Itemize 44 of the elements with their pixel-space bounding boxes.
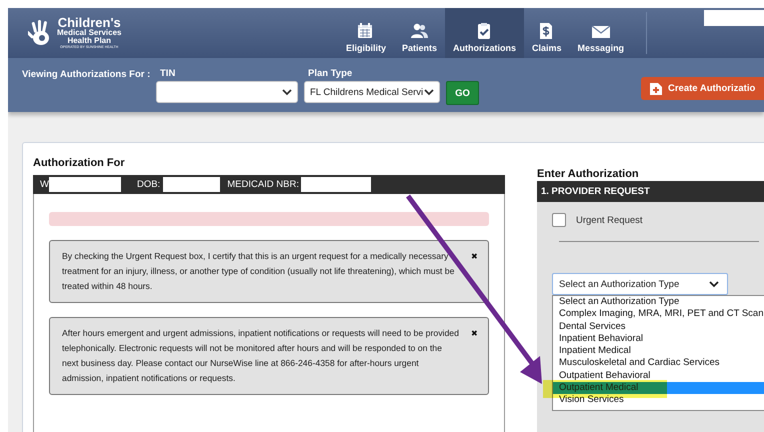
medicaid-label: MEDICAID NBR: xyxy=(227,179,299,190)
go-button[interactable]: GO xyxy=(446,81,479,105)
field-label: Plan Type xyxy=(308,68,354,79)
alert-message: After hours emergent and urgent admissions, inpatient notifications or requests will need to be provided telephonically. Electronic requests will not be monitored after hours and will be responded to on the next business day. Please contact our NurseWise line at 866-246-4358 for after-hours urgent admission, inpatient notifications or requests. xyxy=(62,327,459,385)
caret-icon xyxy=(424,88,434,96)
plan-type-select[interactable]: FL Childrens Medical Servi xyxy=(304,81,440,103)
authorization-type-select[interactable]: Select an Authorization Type xyxy=(552,273,728,295)
nav-tab[interactable]: Patients xyxy=(394,8,446,58)
nav-tab[interactable]: Claims xyxy=(524,8,570,58)
checkbox[interactable] xyxy=(552,213,566,227)
checkbox-label: Urgent Request xyxy=(576,214,643,226)
close-button[interactable]: ✖ xyxy=(471,249,478,264)
dropdown-option[interactable]: Musculoskeletal and Cardiac Services xyxy=(553,357,764,370)
caret-icon xyxy=(282,88,292,96)
dob-label: DOB: xyxy=(136,179,160,190)
redaction-box xyxy=(163,177,220,192)
field-label: TIN xyxy=(160,68,176,79)
dropdown-option[interactable]: Dental Services xyxy=(553,320,764,333)
redaction-box xyxy=(301,177,371,192)
logo-subtitle: Health Plan xyxy=(67,37,112,46)
caret-icon xyxy=(709,280,719,288)
filter-label: Viewing Authorizations For : xyxy=(22,69,152,80)
people-icon xyxy=(410,22,430,40)
logo-subtitle: Medical Services xyxy=(57,29,122,38)
tin-select[interactable] xyxy=(156,81,298,103)
section-header: 1. PROVIDER REQUEST xyxy=(537,181,764,202)
nav-tab[interactable]: Eligibility xyxy=(338,8,394,58)
section-title: Enter Authorization xyxy=(537,168,640,181)
add-document-icon xyxy=(650,82,662,95)
dropdown-option[interactable]: Outpatient Behavioral xyxy=(553,370,764,382)
dropdown-option[interactable]: Select an Authorization Type xyxy=(553,296,764,308)
nav-tab[interactable]: Authorizations xyxy=(445,8,524,58)
dropdown-option[interactable]: Complex Imaging, MRA, MRI, PET and CT Scan xyxy=(553,308,764,321)
nav-tab[interactable]: Messaging xyxy=(570,8,632,58)
section-title: Authorization For xyxy=(33,157,126,171)
logo-title: Children's xyxy=(58,16,121,30)
hand-logo-icon xyxy=(28,20,52,46)
dropdown-option[interactable]: Inpatient Behavioral xyxy=(553,332,764,346)
create-authorization-button[interactable]: Create Authorizatio xyxy=(641,77,764,100)
alert-message: By checking the Urgent Request box, I certify that this is an urgent request for a medically necessary treatment for an injury, illness, or another type of condition (usually not life threatening), which must be treated within 48 hours. xyxy=(62,250,456,293)
close-button[interactable]: ✖ xyxy=(471,326,478,341)
patient-name-label: W xyxy=(40,179,49,190)
dropdown-option[interactable]: Inpatient Medical xyxy=(553,345,764,358)
input-field[interactable] xyxy=(704,10,764,26)
